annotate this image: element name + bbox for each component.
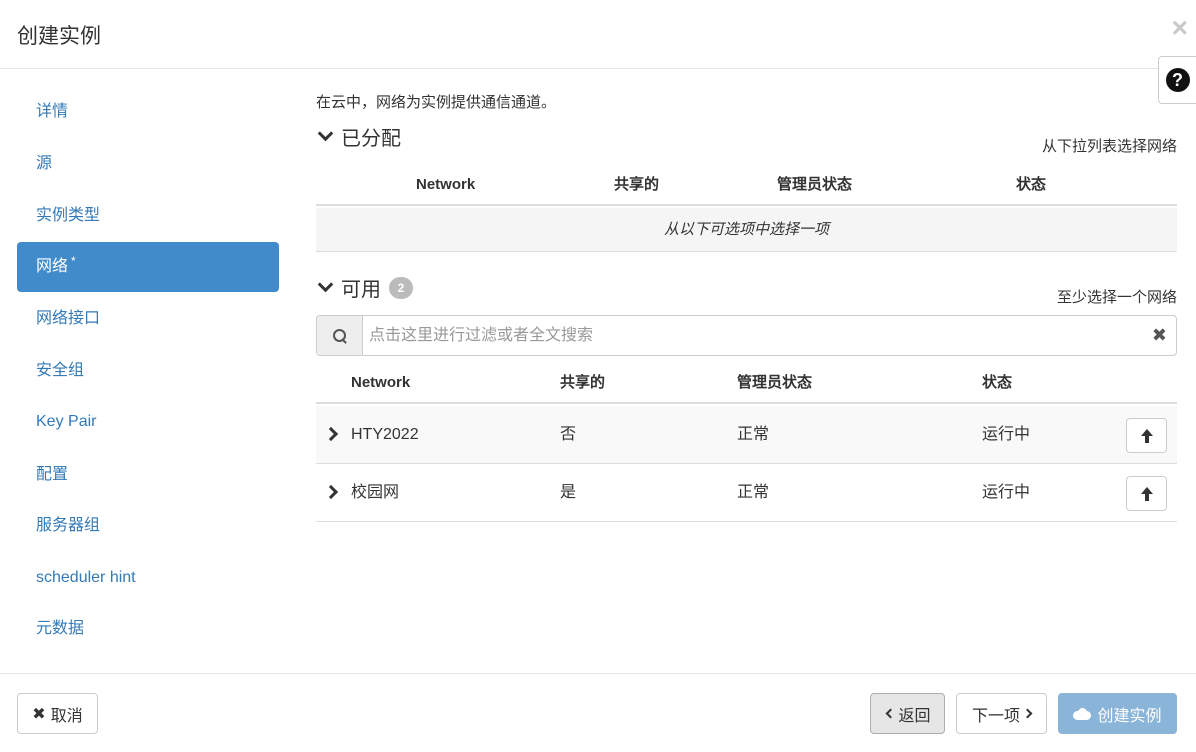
sidebar-item-metadata[interactable]: 元数据 [17, 604, 279, 654]
sidebar-item-flavor[interactable]: 实例类型 [17, 191, 279, 241]
network-name: HTY2022 [351, 426, 419, 443]
expand-row-icon[interactable] [323, 484, 339, 500]
help-button[interactable]: ? [1158, 56, 1196, 104]
sidebar-item-label: 源 [36, 155, 53, 172]
step-description: 在云中，网络为实例提供通信通道。 [316, 94, 557, 111]
allocated-table-header: Network 共享的 管理员状态 状态 [316, 166, 1177, 206]
sidebar-item-label: 网络 [36, 258, 69, 275]
chevron-down-icon [317, 276, 334, 293]
next-button[interactable]: 下一项 [956, 693, 1047, 734]
sidebar-item-label: 服务器组 [36, 517, 101, 534]
allocated-empty-message: 从以下可选项中选择一项 [316, 208, 1177, 252]
column-header-shared[interactable]: 共享的 [560, 364, 605, 402]
sidebar-item-details[interactable]: 详情 [17, 87, 279, 137]
cloud-upload-icon [1073, 707, 1092, 720]
sidebar-item-configuration[interactable]: 配置 [17, 450, 279, 500]
cancel-label: 取消 [50, 707, 83, 725]
available-title: 可用 [341, 279, 381, 301]
column-header-shared[interactable]: 共享的 [614, 166, 659, 204]
search-addon [317, 316, 363, 355]
sidebar-item-label: 安全组 [36, 362, 85, 379]
chevron-right-icon [1022, 708, 1033, 719]
sidebar-item-scheduler-hints[interactable]: scheduler hint [17, 553, 279, 603]
arrow-up-icon [1140, 428, 1153, 443]
column-header-status[interactable]: 状态 [1016, 166, 1046, 204]
sidebar-item-server-groups[interactable]: 服务器组 [17, 501, 279, 551]
column-header-network[interactable]: Network [351, 364, 410, 402]
shared-value: 否 [560, 426, 577, 443]
status-value: 运行中 [982, 484, 1031, 501]
status-value: 运行中 [982, 426, 1031, 443]
question-icon: ? [1165, 68, 1190, 92]
table-row: HTY2022 否 正常 运行中 [316, 406, 1177, 464]
shared-value: 是 [560, 484, 577, 501]
sidebar-item-label: 配置 [36, 466, 69, 483]
search-icon [332, 328, 347, 343]
sidebar-item-label: Key Pair [36, 413, 97, 430]
close-icon[interactable]: × [1172, 14, 1188, 42]
create-label: 创建实例 [1097, 707, 1162, 725]
allocated-section-toggle[interactable]: 已分配 [316, 122, 401, 151]
sidebar-item-security-groups[interactable]: 安全组 [17, 346, 279, 396]
cancel-button[interactable]: ✖ 取消 [17, 693, 98, 734]
column-header-network[interactable]: Network [416, 166, 475, 204]
expand-row-icon[interactable] [323, 426, 339, 442]
create-instance-modal: 创建实例 × ? 详情 源 实例类型 网络 * 网络接口 安全组 Key Pair… [0, 0, 1196, 752]
modal-title: 创建实例 [17, 25, 101, 48]
modal-header: 创建实例 × [0, 0, 1196, 69]
network-name: 校园网 [351, 484, 400, 501]
search-input[interactable] [364, 316, 1144, 355]
column-header-status[interactable]: 状态 [982, 364, 1012, 402]
allocate-button[interactable] [1126, 418, 1167, 453]
chevron-down-icon [317, 125, 334, 142]
column-header-admin-state[interactable]: 管理员状态 [737, 364, 812, 402]
sidebar-item-label: 实例类型 [36, 207, 101, 224]
table-row: 校园网 是 正常 运行中 [316, 464, 1177, 522]
admin-state-value: 正常 [737, 484, 770, 501]
chevron-left-icon [886, 708, 896, 719]
arrow-up-icon [1140, 486, 1153, 501]
allocated-title: 已分配 [341, 128, 401, 150]
column-header-admin-state[interactable]: 管理员状态 [777, 166, 852, 204]
sidebar-item-key-pair[interactable]: Key Pair [17, 397, 279, 447]
available-table-header: Network 共享的 管理员状态 状态 [316, 364, 1177, 404]
sidebar-item-source[interactable]: 源 [17, 139, 279, 189]
sidebar-item-label: 元数据 [36, 620, 85, 637]
available-count-badge: 2 [389, 276, 413, 299]
allocated-hint: 从下拉列表选择网络 [1041, 138, 1177, 155]
back-label: 返回 [898, 707, 931, 725]
sidebar-item-label: 网络接口 [36, 310, 101, 327]
create-instance-button[interactable]: 创建实例 [1058, 693, 1177, 734]
sidebar-item-label: scheduler hint [36, 569, 136, 586]
sidebar-item-network-ports[interactable]: 网络接口 [17, 294, 279, 344]
back-button[interactable]: 返回 [870, 693, 945, 734]
available-hint: 至少选择一个网络 [1056, 289, 1177, 306]
required-mark: * [71, 254, 76, 268]
allocate-button[interactable] [1126, 476, 1167, 511]
modal-footer: ✖ 取消 返回 下一项 创建实例 [0, 673, 1196, 752]
clear-search-icon[interactable]: ✖ [1152, 325, 1167, 345]
admin-state-value: 正常 [737, 426, 770, 443]
sidebar-item-label: 详情 [36, 103, 69, 120]
sidebar-item-networks[interactable]: 网络 * [17, 242, 279, 292]
close-icon: ✖ [32, 705, 46, 723]
filter-search-box: ✖ [316, 315, 1177, 356]
available-section-toggle[interactable]: 可用 2 [316, 273, 413, 302]
next-label: 下一项 [971, 707, 1020, 725]
